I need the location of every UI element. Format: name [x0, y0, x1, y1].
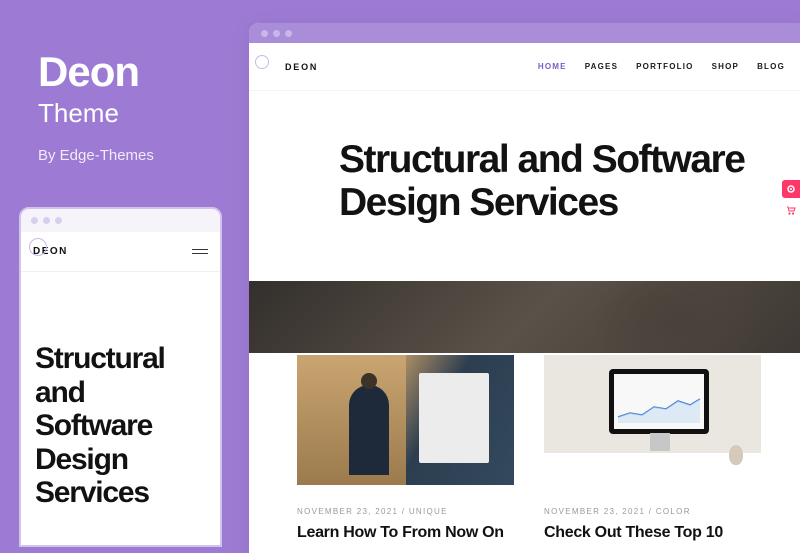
nav-blog[interactable]: BLOG: [757, 62, 785, 71]
nav-portfolio[interactable]: PORTFOLIO: [636, 62, 693, 71]
nav-shop[interactable]: SHOP: [712, 62, 739, 71]
side-action-tabs: [782, 180, 800, 219]
side-tab-cart[interactable]: [782, 201, 800, 219]
logo-badge-icon: [29, 238, 47, 256]
nav-home[interactable]: HOME: [538, 62, 567, 71]
cards-container: NOVEMBER 23, 2021 / UNIQUE Learn How To …: [277, 335, 781, 542]
mobile-preview-window: DEON Structural and Software Design Serv…: [19, 207, 222, 547]
theme-name: Deon: [38, 48, 154, 96]
nav-pages[interactable]: PAGES: [585, 62, 618, 71]
hero-background-image: [249, 281, 800, 353]
desktop-preview-window: DEON HOME PAGES PORTFOLIO SHOP BLOG Stru…: [249, 23, 800, 553]
card-meta: NOVEMBER 23, 2021 / UNIQUE: [297, 507, 514, 516]
blog-card[interactable]: NOVEMBER 23, 2021 / UNIQUE Learn How To …: [297, 355, 514, 542]
logo-badge-icon: [255, 55, 269, 69]
theme-label: Theme: [38, 98, 154, 129]
card-meta: NOVEMBER 23, 2021 / COLOR: [544, 507, 761, 516]
side-tab-action[interactable]: [782, 180, 800, 198]
window-dot: [285, 30, 292, 37]
hamburger-menu-icon[interactable]: [192, 249, 208, 254]
card-title: Check Out These Top 10: [544, 524, 761, 542]
window-dot: [261, 30, 268, 37]
desktop-titlebar: [249, 23, 800, 43]
card-image: [297, 355, 514, 485]
desktop-hero: Structural and Software Design Services: [249, 91, 800, 281]
window-dot: [31, 217, 38, 224]
blog-card[interactable]: NOVEMBER 23, 2021 / COLOR Check Out Thes…: [544, 355, 761, 542]
desktop-nav: DEON HOME PAGES PORTFOLIO SHOP BLOG: [249, 43, 800, 91]
mobile-header: DEON: [21, 232, 220, 272]
mobile-hero: Structural and Software Design Services: [21, 272, 220, 510]
card-title: Learn How To From Now On: [297, 524, 514, 542]
desktop-logo[interactable]: DEON: [285, 62, 318, 72]
mobile-hero-title: Structural and Software Design Services: [35, 342, 206, 510]
card-image: [544, 355, 761, 485]
window-dot: [273, 30, 280, 37]
theme-author: By Edge-Themes: [38, 147, 154, 164]
mobile-titlebar: [21, 209, 220, 232]
window-dot: [55, 217, 62, 224]
desktop-hero-title: Structural and Software Design Services: [339, 139, 800, 225]
window-dot: [43, 217, 50, 224]
